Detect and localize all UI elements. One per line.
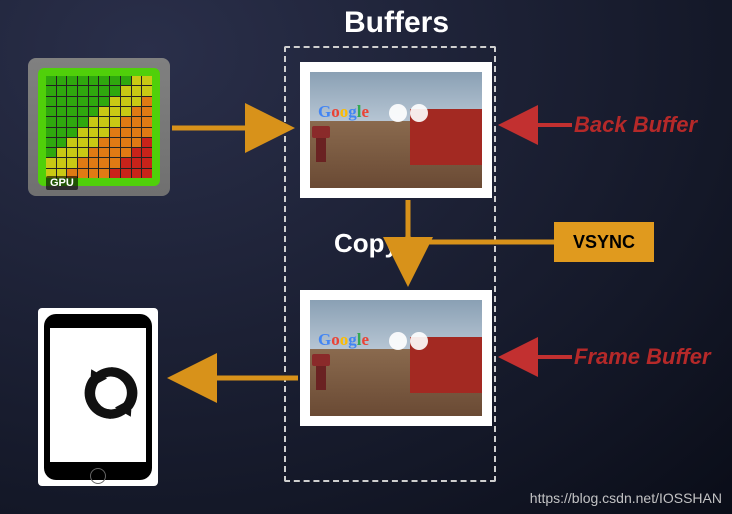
frame-buffer-label: Frame Buffer [574,344,711,370]
phone-home-button [90,468,106,484]
frame-buffer-image: Google [300,290,492,426]
phone-screen [50,328,146,462]
arrow-gpu-to-backbuffer [172,118,304,138]
arrow-framebuffer-pointer [494,350,576,364]
phone-device [38,308,158,486]
arrow-framebuffer-to-phone [160,368,302,388]
gpu-core-grid [46,76,152,178]
arrow-backbuffer-pointer [494,118,576,132]
arrow-copy-down [398,200,558,296]
back-buffer-image: Google [300,62,492,198]
back-buffer-label: Back Buffer [574,112,697,138]
gpu-label: GPU [46,176,78,190]
google-logo-icon: Google [318,330,369,350]
copy-label: Copy [334,228,399,259]
vsync-tag: VSYNC [554,222,654,262]
watermark-text: https://blog.csdn.net/IOSSHAN [530,490,722,506]
refresh-icon [78,360,144,426]
diagram-title: Buffers [344,6,449,40]
google-logo-icon: Google [318,102,369,122]
gpu-chip: GPU [28,58,170,196]
